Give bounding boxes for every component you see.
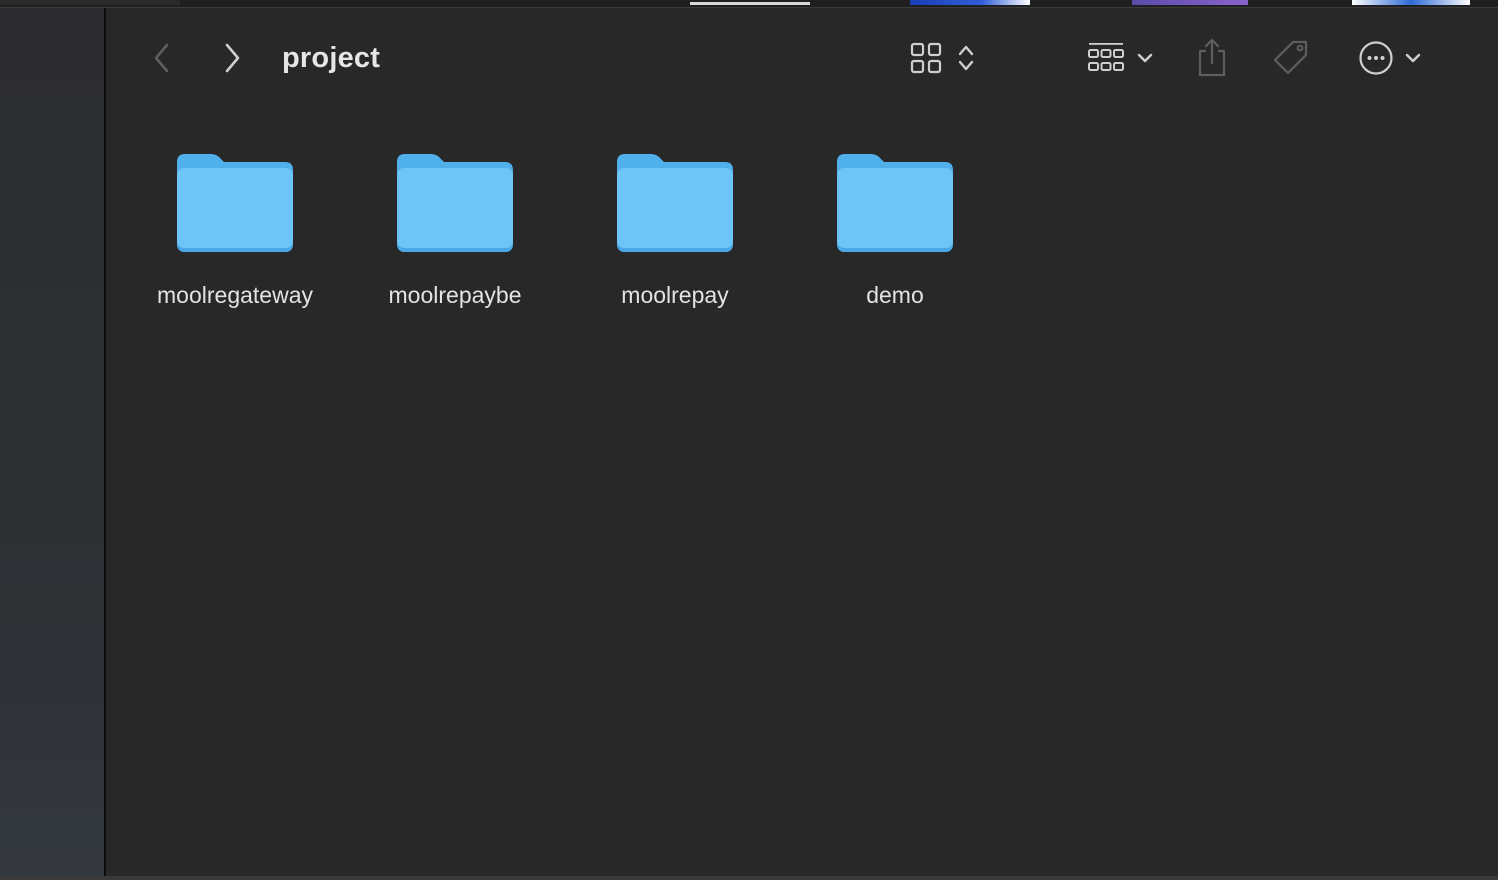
finder-sidebar <box>0 8 104 880</box>
folder-name: demo <box>866 282 924 308</box>
finder-main-pane: project moolregateway moolrepaybe moolre… <box>106 8 1498 876</box>
ellipsis-circle-icon <box>1359 41 1393 75</box>
folder-item[interactable]: moolrepay <box>575 138 775 318</box>
back-button[interactable] <box>144 40 180 76</box>
folder-item[interactable]: demo <box>795 138 995 318</box>
desktop-top-strip <box>0 0 1498 8</box>
folder-item[interactable]: moolregateway <box>135 138 335 318</box>
finder-toolbar: project <box>106 8 1498 108</box>
icon-grid-view-icon <box>910 42 942 74</box>
tag-icon <box>1273 40 1308 75</box>
share-icon <box>1198 38 1226 77</box>
chevron-left-icon <box>154 43 169 73</box>
window-bottom-edge <box>0 876 1498 880</box>
window-title: project <box>282 42 381 74</box>
folder-name: moolregateway <box>157 282 313 308</box>
folder-icon <box>617 154 733 252</box>
up-down-chevron-icon <box>958 45 974 71</box>
folder-name: moolrepaybe <box>388 282 522 308</box>
folder-name: moolrepay <box>621 282 729 308</box>
chevron-down-icon <box>1137 53 1153 63</box>
folder-icon <box>177 154 293 252</box>
more-actions-button[interactable] <box>1354 36 1426 80</box>
chevron-right-icon <box>225 43 240 73</box>
folder-icon <box>837 154 953 252</box>
group-by-button[interactable] <box>1080 36 1160 80</box>
view-mode-button[interactable] <box>902 36 982 80</box>
folder-icon <box>397 154 513 252</box>
folder-item[interactable]: moolrepaybe <box>355 138 555 318</box>
chevron-down-icon <box>1405 53 1421 63</box>
tag-button[interactable] <box>1270 36 1312 80</box>
group-grid-icon <box>1088 43 1124 71</box>
forward-button[interactable] <box>214 40 250 76</box>
share-button[interactable] <box>1192 34 1232 82</box>
